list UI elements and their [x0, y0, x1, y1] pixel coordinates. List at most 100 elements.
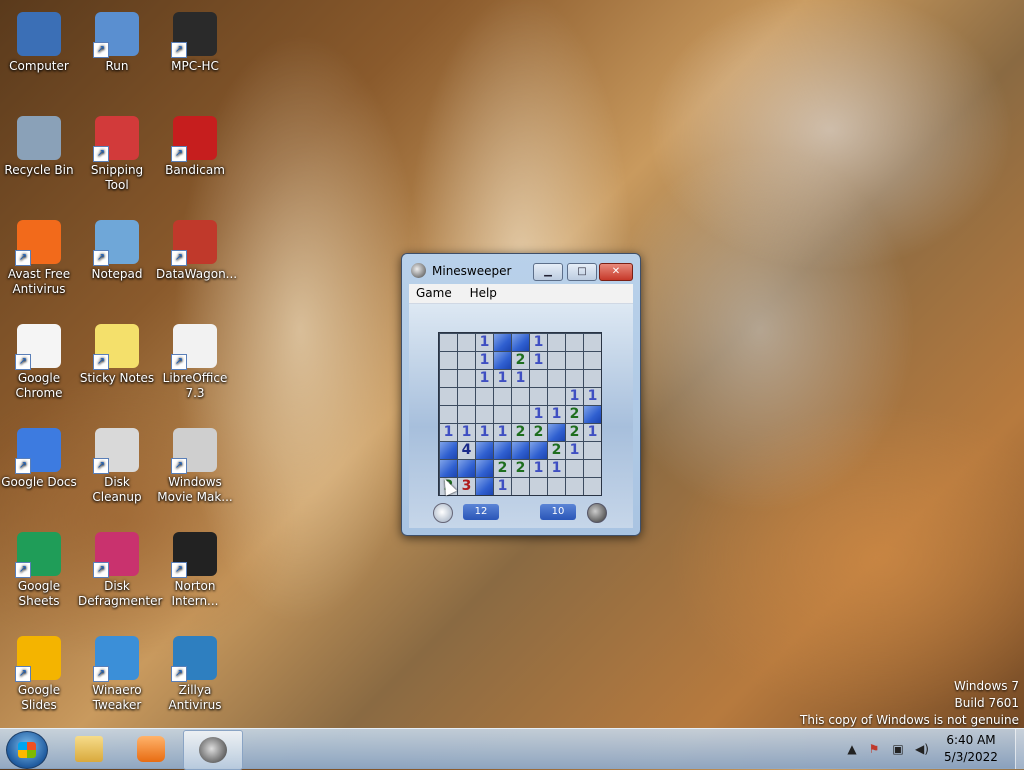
revealed-cell[interactable]	[548, 388, 565, 405]
revealed-cell[interactable]	[494, 406, 511, 423]
revealed-cell[interactable]: 1	[566, 388, 583, 405]
desktop-icon[interactable]: ↗ Windows Movie Mak...	[156, 428, 234, 505]
desktop-icon[interactable]: ↗ Google Slides	[0, 636, 78, 713]
revealed-cell[interactable]: 1	[530, 406, 547, 423]
revealed-cell[interactable]: 1	[476, 352, 493, 369]
close-button[interactable]: ✕	[599, 263, 633, 281]
taskbar-media-player-button[interactable]	[122, 730, 180, 768]
desktop-icon[interactable]: ↗ Disk Defragmenter	[78, 532, 162, 609]
revealed-cell[interactable]	[566, 370, 583, 387]
revealed-cell[interactable]	[458, 406, 475, 423]
revealed-cell[interactable]	[494, 388, 511, 405]
revealed-cell[interactable]	[512, 478, 529, 495]
revealed-cell[interactable]	[584, 370, 601, 387]
revealed-cell[interactable]	[584, 334, 601, 351]
revealed-cell[interactable]: 2	[548, 442, 565, 459]
revealed-cell[interactable]	[458, 388, 475, 405]
desktop-icon[interactable]: ↗ Google Docs	[0, 428, 78, 490]
taskbar-explorer-button[interactable]	[60, 730, 118, 768]
desktop-icon[interactable]: Recycle Bin	[0, 116, 78, 178]
revealed-cell[interactable]	[548, 334, 565, 351]
revealed-cell[interactable]: 1	[476, 370, 493, 387]
revealed-cell[interactable]	[512, 406, 529, 423]
desktop-icon[interactable]: ↗ Google Sheets	[0, 532, 78, 609]
desktop-icon[interactable]: ↗ Avast Free Antivirus	[0, 220, 78, 297]
revealed-cell[interactable]	[566, 352, 583, 369]
revealed-cell[interactable]: 1	[512, 370, 529, 387]
covered-cell[interactable]	[440, 460, 457, 477]
revealed-cell[interactable]	[440, 388, 457, 405]
show-desktop-button[interactable]	[1015, 729, 1024, 769]
revealed-cell[interactable]: 1	[476, 424, 493, 441]
revealed-cell[interactable]: 1	[458, 424, 475, 441]
revealed-cell[interactable]: 4	[458, 442, 475, 459]
covered-cell[interactable]	[494, 442, 511, 459]
revealed-cell[interactable]: 1	[530, 460, 547, 477]
revealed-cell[interactable]: 3	[458, 478, 475, 495]
revealed-cell[interactable]	[530, 370, 547, 387]
start-button[interactable]	[6, 731, 48, 769]
revealed-cell[interactable]	[458, 352, 475, 369]
revealed-cell[interactable]	[566, 460, 583, 477]
revealed-cell[interactable]: 1	[584, 424, 601, 441]
desktop-icon[interactable]: ↗ Bandicam	[156, 116, 234, 178]
revealed-cell[interactable]: 1	[440, 424, 457, 441]
desktop-icon[interactable]: ↗ DataWagon...	[156, 220, 237, 282]
covered-cell[interactable]	[548, 424, 565, 441]
covered-cell[interactable]	[512, 334, 529, 351]
revealed-cell[interactable]	[458, 370, 475, 387]
revealed-cell[interactable]: 1	[494, 424, 511, 441]
covered-cell[interactable]	[512, 442, 529, 459]
revealed-cell[interactable]: 1	[476, 334, 493, 351]
menu-game[interactable]: Game	[409, 284, 459, 302]
revealed-cell[interactable]	[440, 334, 457, 351]
minesweeper-title-bar[interactable]: Minesweeper ▁ □ ✕	[402, 254, 640, 284]
revealed-cell[interactable]	[476, 388, 493, 405]
revealed-cell[interactable]: 1	[530, 352, 547, 369]
menu-help[interactable]: Help	[463, 284, 504, 302]
network-icon[interactable]: ▣	[890, 741, 906, 757]
revealed-cell[interactable]	[458, 334, 475, 351]
desktop-icon[interactable]: ↗ Snipping Tool	[78, 116, 156, 193]
revealed-cell[interactable]: 2	[566, 424, 583, 441]
revealed-cell[interactable]	[548, 352, 565, 369]
clock-date[interactable]: 5/3/2022	[936, 750, 1006, 764]
desktop-icon[interactable]: Computer	[0, 12, 78, 74]
covered-cell[interactable]	[476, 442, 493, 459]
covered-cell[interactable]	[494, 352, 511, 369]
revealed-cell[interactable]: 1	[494, 370, 511, 387]
minesweeper-window[interactable]: Minesweeper ▁ □ ✕ Game Help 111211111111…	[401, 253, 641, 536]
desktop-icon[interactable]: ↗ Notepad	[78, 220, 156, 282]
desktop-icon[interactable]: ↗ Winaero Tweaker	[78, 636, 156, 713]
desktop-icon[interactable]: ↗ Run	[78, 12, 156, 74]
revealed-cell[interactable]	[566, 478, 583, 495]
revealed-cell[interactable]	[440, 352, 457, 369]
covered-cell[interactable]	[530, 442, 547, 459]
maximize-button[interactable]: □	[567, 263, 597, 281]
desktop-icon[interactable]: ↗ Zillya Antivirus	[156, 636, 234, 713]
desktop-icon[interactable]: ↗ Disk Cleanup	[78, 428, 156, 505]
volume-icon[interactable]: ◀)	[914, 741, 930, 757]
revealed-cell[interactable]: 1	[494, 478, 511, 495]
revealed-cell[interactable]	[530, 388, 547, 405]
covered-cell[interactable]	[458, 460, 475, 477]
clock-time[interactable]: 6:40 AM	[936, 733, 1006, 747]
minimize-button[interactable]: ▁	[533, 263, 563, 281]
taskbar-minesweeper-button[interactable]	[183, 730, 243, 770]
revealed-cell[interactable]: 1	[530, 334, 547, 351]
show-hidden-icons-chevron-icon[interactable]: ▲	[844, 741, 860, 757]
desktop-icon[interactable]: ↗ Norton Intern...	[156, 532, 234, 609]
revealed-cell[interactable]	[476, 406, 493, 423]
covered-cell[interactable]	[584, 406, 601, 423]
desktop-icon[interactable]: ↗ LibreOffice 7.3	[156, 324, 234, 401]
covered-cell[interactable]	[440, 442, 457, 459]
revealed-cell[interactable]	[548, 478, 565, 495]
covered-cell[interactable]	[476, 478, 493, 495]
revealed-cell[interactable]: 2	[512, 352, 529, 369]
revealed-cell[interactable]	[440, 370, 457, 387]
revealed-cell[interactable]: 2	[512, 460, 529, 477]
revealed-cell[interactable]: 2	[512, 424, 529, 441]
revealed-cell[interactable]	[566, 334, 583, 351]
revealed-cell[interactable]	[440, 406, 457, 423]
revealed-cell[interactable]	[530, 478, 547, 495]
